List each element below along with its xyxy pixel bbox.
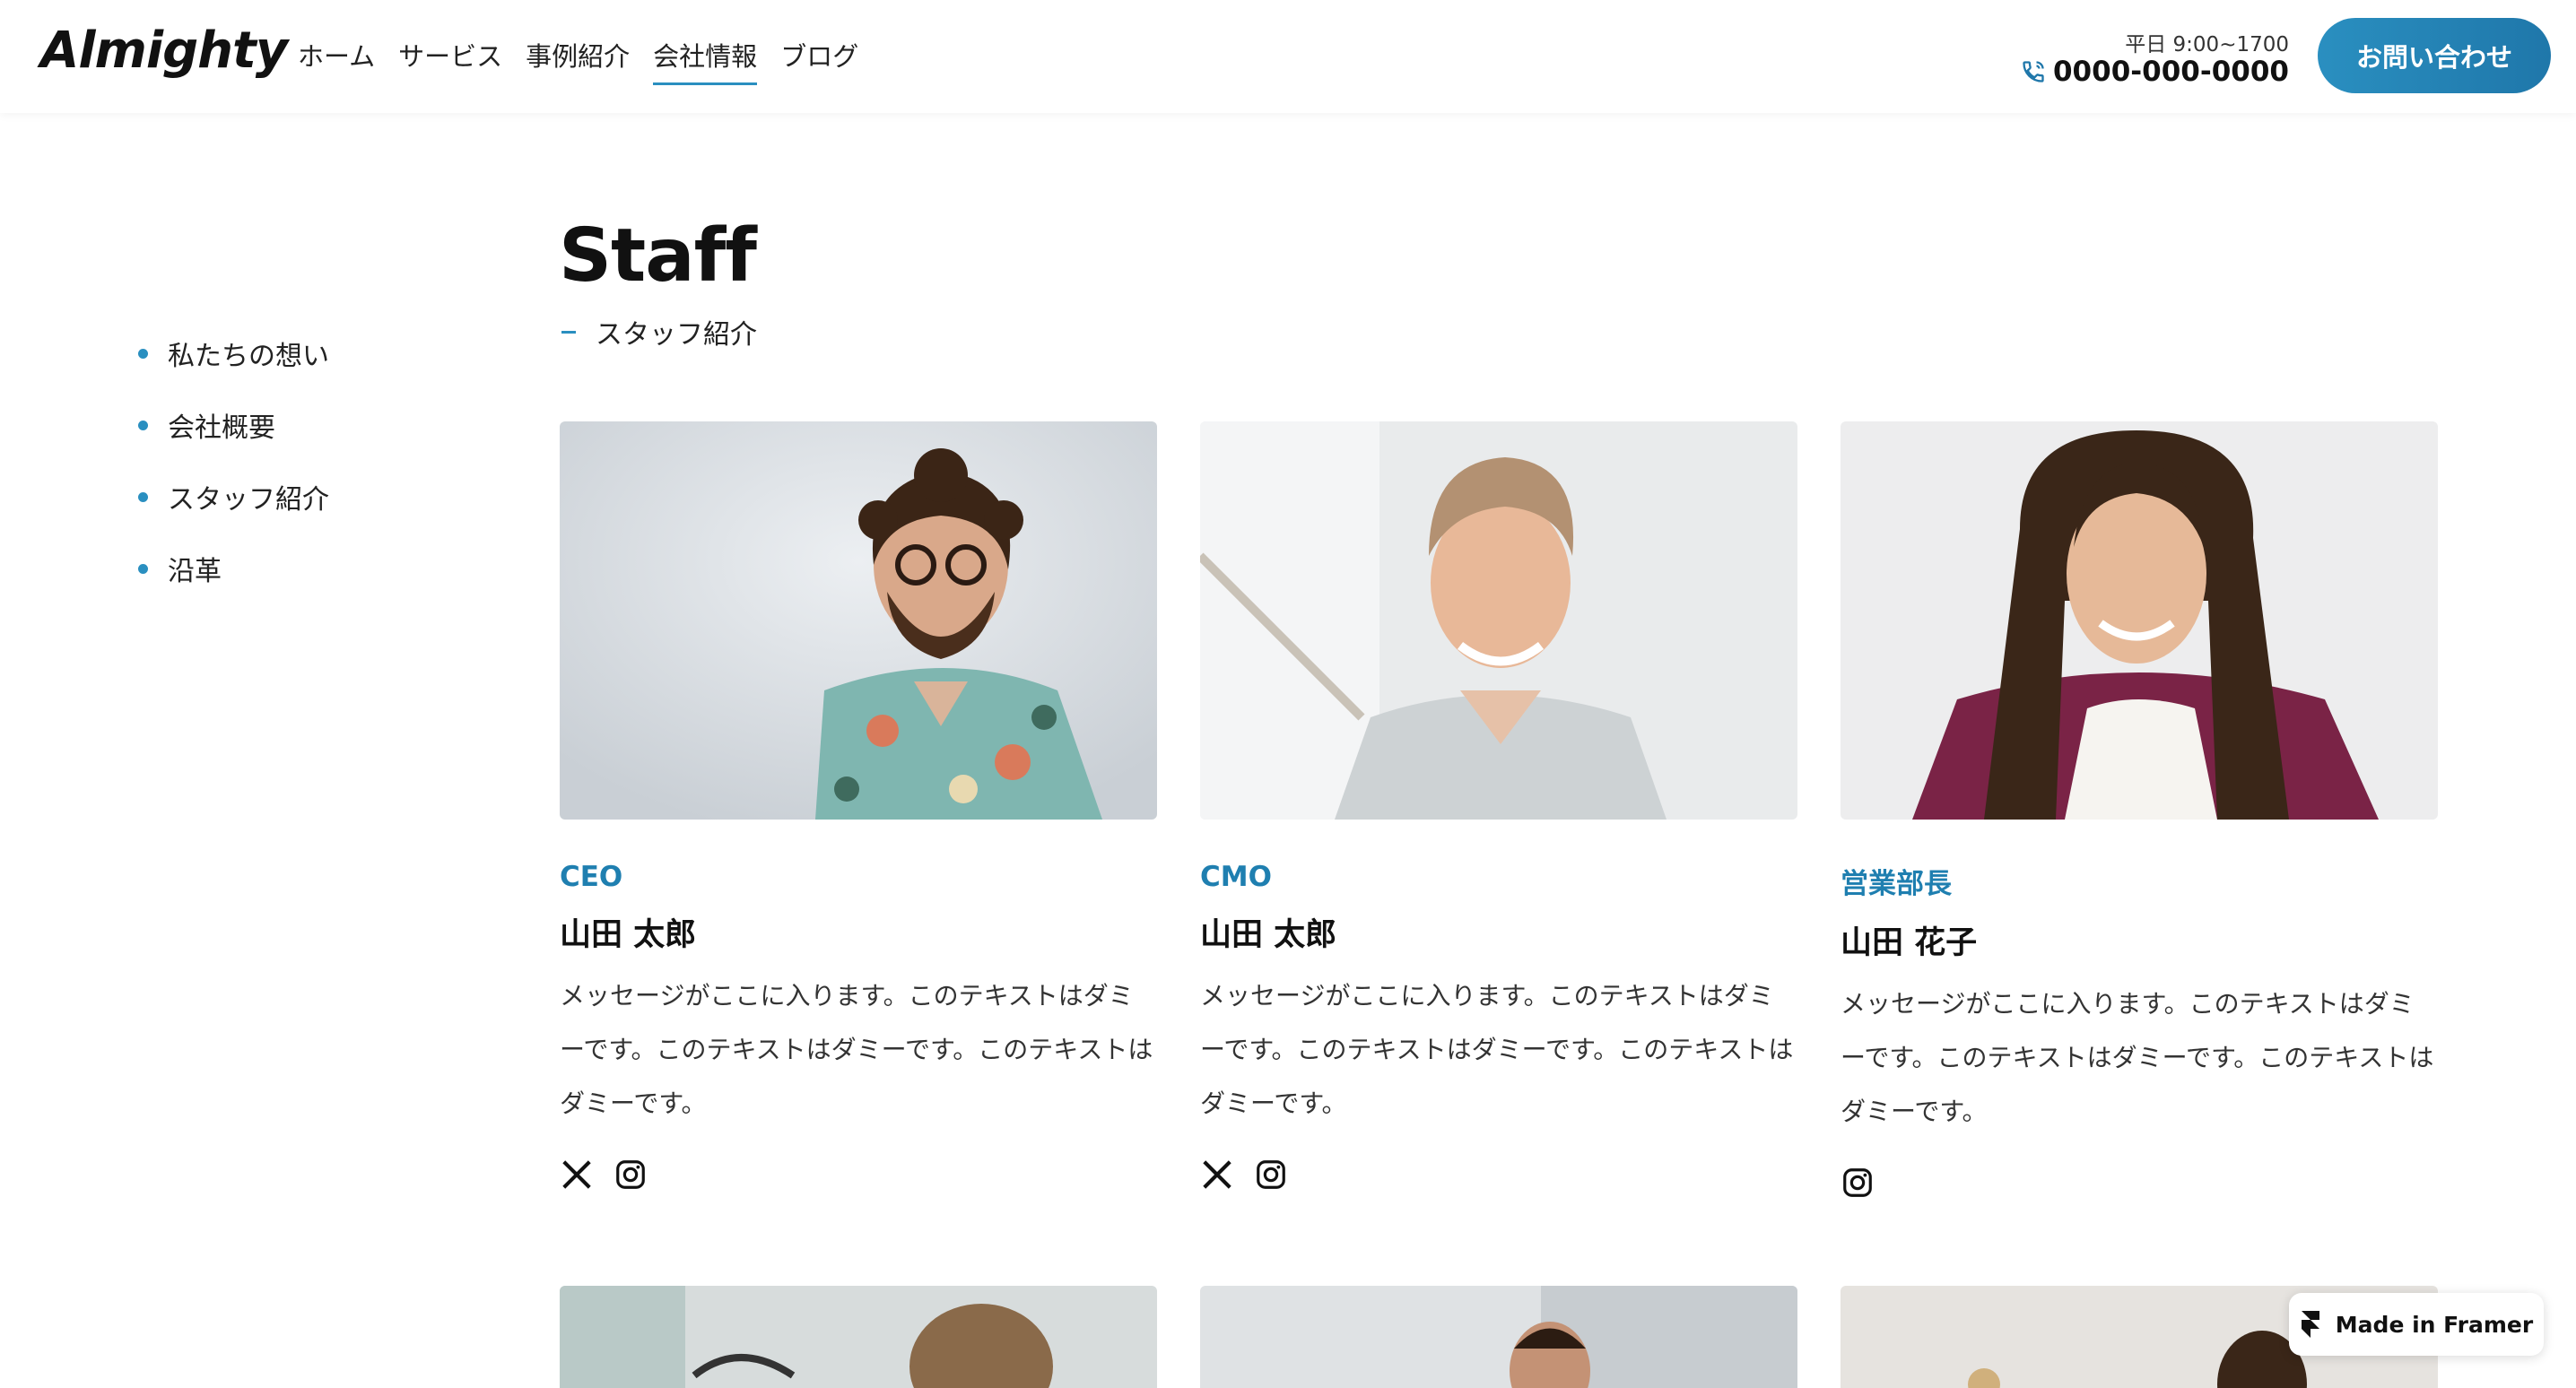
staff-photo xyxy=(1200,1286,1797,1388)
business-hours: 平日 9:00~1700 xyxy=(2125,33,2289,56)
instagram-icon[interactable] xyxy=(614,1158,648,1192)
sidebar-item-label: 会社概要 xyxy=(168,412,275,444)
staff-role: CEO xyxy=(560,861,623,893)
x-icon[interactable] xyxy=(1200,1158,1234,1192)
staff-name: 山田 太郎 xyxy=(560,917,697,953)
staff-message: メッセージがここに入ります。このテキストはダミーです。このテキストはダミーです。… xyxy=(560,981,1153,1118)
staff-card: CEO 山田 太郎 メッセージがここに入ります。このテキストはダミーです。このテ… xyxy=(560,421,1157,1192)
phone-number[interactable]: 0000-000-0000 xyxy=(2021,56,2289,88)
bullet-icon xyxy=(138,563,148,574)
nav-blog[interactable]: ブログ xyxy=(780,36,858,85)
badge-label: Made in Framer xyxy=(2335,1311,2534,1338)
staff-name: 山田 太郎 xyxy=(1200,917,1337,953)
staff-role: CMO xyxy=(1200,861,1272,893)
site-logo[interactable]: Almighty xyxy=(40,22,288,80)
social-links xyxy=(1200,1158,1797,1192)
subtitle-text: スタッフ紹介 xyxy=(596,319,757,351)
staff-photo xyxy=(1200,421,1797,820)
sidebar-item-label: 沿革 xyxy=(168,556,222,587)
nav-services[interactable]: サービス xyxy=(398,36,502,85)
page-title: Staff xyxy=(559,213,757,299)
staff-card: 営業部長 山田 花子 メッセージがここに入ります。このテキストはダミーです。この… xyxy=(1841,421,2438,1200)
bullet-icon xyxy=(138,491,148,502)
x-icon[interactable] xyxy=(560,1158,594,1192)
staff-photo xyxy=(1841,421,2438,820)
sidebar-item-label: 私たちの想い xyxy=(168,341,329,372)
instagram-icon[interactable] xyxy=(1841,1166,1875,1200)
dash-icon xyxy=(561,330,576,334)
main-nav: ホーム サービス 事例紹介 会社情報 ブログ xyxy=(298,36,858,85)
staff-photo xyxy=(560,1286,1157,1388)
phone-icon xyxy=(2023,61,2044,82)
bullet-icon xyxy=(138,348,148,359)
page-sidebar: 私たちの想い 会社概要 スタッフ紹介 沿革 xyxy=(138,317,329,604)
sidebar-item-label: スタッフ紹介 xyxy=(168,484,329,516)
staff-message: メッセージがここに入ります。このテキストはダミーです。このテキストはダミーです。… xyxy=(1200,981,1794,1118)
sidebar-item-history[interactable]: 沿革 xyxy=(138,533,329,604)
sidebar-item-staff[interactable]: スタッフ紹介 xyxy=(138,461,329,533)
social-links xyxy=(560,1158,1157,1192)
made-in-framer-badge[interactable]: Made in Framer xyxy=(2289,1293,2544,1356)
contact-button[interactable]: お問い合わせ xyxy=(2318,18,2551,93)
nav-cases[interactable]: 事例紹介 xyxy=(526,36,630,85)
sidebar-item-philosophy[interactable]: 私たちの想い xyxy=(138,317,329,389)
staff-photo xyxy=(560,421,1157,820)
staff-name: 山田 花子 xyxy=(1841,925,1978,961)
phone-text: 0000-000-0000 xyxy=(2052,56,2289,88)
sidebar-item-overview[interactable]: 会社概要 xyxy=(138,389,329,461)
framer-icon xyxy=(2301,1311,2319,1338)
social-links xyxy=(1841,1166,2438,1200)
bullet-icon xyxy=(138,420,148,430)
nav-company[interactable]: 会社情報 xyxy=(653,36,758,85)
nav-home[interactable]: ホーム xyxy=(298,36,375,85)
page-subtitle: スタッフ紹介 xyxy=(561,312,757,351)
instagram-icon[interactable] xyxy=(1254,1158,1288,1192)
staff-message: メッセージがここに入ります。このテキストはダミーです。このテキストはダミーです。… xyxy=(1841,989,2434,1126)
staff-card: CMO 山田 太郎 メッセージがここに入ります。このテキストはダミーです。このテ… xyxy=(1200,421,1797,1192)
staff-role: 営業部長 xyxy=(1841,868,1952,900)
site-header: Almighty ホーム サービス 事例紹介 会社情報 ブログ 平日 9:00~… xyxy=(0,0,2576,113)
